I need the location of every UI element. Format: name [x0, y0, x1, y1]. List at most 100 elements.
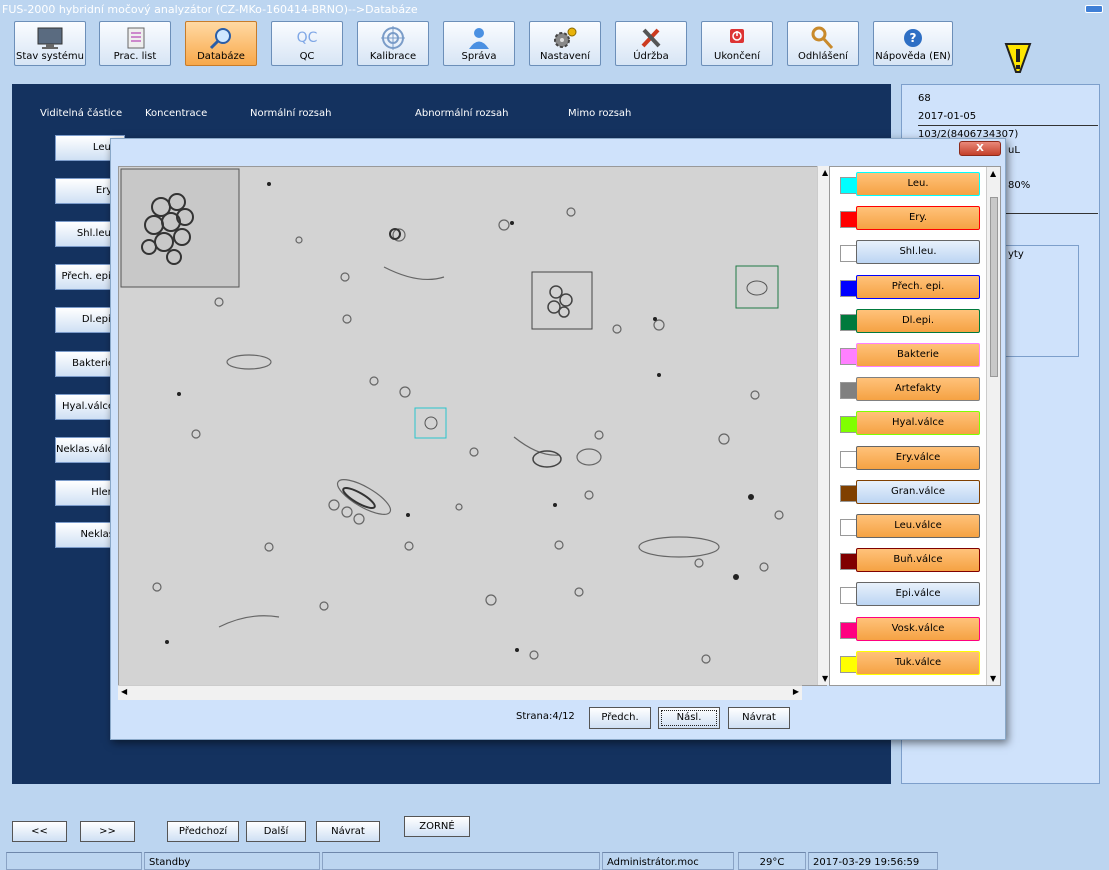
particle-class-button[interactable]: Ery. — [856, 206, 980, 231]
legend-row: Leu.válce — [830, 514, 985, 542]
legend-row: Shl.leu. — [830, 240, 985, 268]
status-user: Administrátor.moc — [602, 852, 734, 870]
toolbar-button-calibration[interactable]: Kalibrace — [357, 21, 429, 66]
toolbar-button-worklist[interactable]: Prac. list — [99, 21, 171, 66]
color-swatch — [840, 587, 857, 605]
particle-class-list: Leu. Ery. Shl.leu. Přech. epi. Dl.epi. Bakter… — [829, 166, 1001, 686]
legend-scrollbar[interactable]: ▲ ▼ — [986, 167, 1000, 685]
toolbar-button-logout[interactable]: Odhlášení — [787, 21, 859, 66]
color-swatch — [840, 348, 857, 365]
color-swatch — [840, 177, 857, 194]
color-swatch — [840, 313, 857, 331]
particle-class-button[interactable]: Buň.válce — [856, 548, 980, 573]
color-swatch — [840, 519, 857, 536]
first-record-button[interactable]: << — [12, 821, 67, 842]
toolbar-button-administration[interactable]: Správa — [443, 21, 515, 66]
particle-class-button[interactable]: Přech. epi. — [856, 274, 980, 299]
key-icon — [808, 26, 838, 50]
legend-row: Přech. epi. — [830, 274, 985, 303]
sample-id: 68 — [918, 93, 931, 104]
status-state: Standby — [144, 852, 320, 870]
legend-row: Buň.válce — [830, 548, 985, 576]
percent-text: 80% — [1008, 180, 1031, 191]
zorne-button[interactable]: ZORNÉ — [404, 816, 470, 837]
legend-row: Gran.válce — [830, 479, 985, 508]
magnifier-icon — [206, 26, 236, 50]
status-bar: Standby Administrátor.moc 29°C 2017-03-2… — [0, 852, 1109, 870]
color-swatch — [840, 655, 857, 673]
scroll-right-arrow-icon[interactable]: ▶ — [793, 687, 799, 696]
prev-page-button[interactable]: Předch. — [589, 707, 651, 729]
legend-row: Artefakty — [830, 377, 985, 405]
particle-class-button[interactable]: Leu. — [856, 172, 980, 196]
legend-scroll-up-icon[interactable]: ▲ — [990, 169, 996, 178]
last-record-button[interactable]: >> — [80, 821, 135, 842]
color-swatch — [840, 382, 857, 400]
particle-class-button[interactable]: Leu.válce — [856, 514, 980, 538]
scroll-left-arrow-icon[interactable]: ◀ — [121, 687, 127, 696]
particle-class-button[interactable]: Bakterie — [856, 343, 980, 367]
minimize-button[interactable] — [1085, 5, 1103, 13]
help-icon: ? — [898, 26, 928, 50]
info-box: yty — [997, 245, 1079, 357]
color-swatch — [840, 553, 857, 571]
color-swatch — [840, 211, 857, 229]
particle-class-button[interactable]: Gran.válce — [856, 479, 980, 504]
unit-text: uL — [1008, 145, 1020, 156]
tools-icon — [636, 26, 666, 50]
image-scroll-frame: ▲ ▼ ◀ ▶ — [118, 166, 833, 701]
warning-icon[interactable] — [1000, 42, 1036, 74]
header-normal-range: Normální rozsah — [250, 108, 332, 119]
status-cell-empty — [6, 852, 142, 870]
legend-row: Tuk.válce — [830, 650, 985, 679]
user-icon — [464, 26, 494, 50]
status-temperature: 29°C — [738, 852, 806, 870]
legend-row: Ery.válce — [830, 445, 985, 474]
legend-row: Epi.válce — [830, 582, 985, 610]
next-button[interactable]: Další — [246, 821, 306, 842]
next-page-button[interactable]: Násl. — [658, 707, 720, 729]
particle-class-button[interactable]: Artefakty — [856, 377, 980, 402]
title-bar: FUS-2000 hybridní močový analyzátor (CZ-… — [0, 0, 1109, 20]
color-swatch — [840, 245, 857, 263]
info-box-text: yty — [1008, 249, 1024, 260]
monitor-icon — [35, 26, 65, 50]
toolbar-button-qc[interactable]: QC QC — [271, 21, 343, 66]
legend-row: Dl.epi. — [830, 308, 985, 337]
particle-class-button[interactable]: Šir.válce — [856, 685, 980, 686]
toolbar-button-help[interactable]: ? Nápověda (EN) — [873, 21, 953, 66]
toolbar-button-system-status[interactable]: Stav systému — [14, 21, 86, 66]
page-indicator: Strana:4/12 — [516, 711, 575, 722]
toolbar-button-maintenance[interactable]: Údržba — [615, 21, 687, 66]
legend-row: Leu. — [830, 172, 985, 200]
main-toolbar: Stav systému Prac. list Databáze QC QC K… — [0, 20, 1109, 73]
toolbar-button-shutdown[interactable]: Ukončení — [701, 21, 773, 66]
qc-icon: QC — [296, 30, 318, 46]
particle-class-button[interactable]: Epi.válce — [856, 582, 980, 607]
color-swatch — [840, 484, 857, 502]
toolbar-button-settings[interactable]: Nastavení — [529, 21, 601, 66]
close-button[interactable]: X — [959, 141, 1001, 156]
particle-class-button[interactable]: Tuk.válce — [856, 650, 980, 675]
particle-class-button[interactable]: Dl.epi. — [856, 308, 980, 333]
legend-scroll-thumb[interactable] — [990, 197, 998, 377]
toolbar-button-database[interactable]: Databáze — [185, 21, 257, 66]
particle-class-button[interactable]: Vosk.válce — [856, 616, 980, 641]
legend-row: Šir.válce — [830, 685, 985, 686]
sample-date: 2017-01-05 — [918, 111, 977, 122]
popup-back-button[interactable]: Návrat — [728, 707, 790, 729]
scroll-down-arrow-icon[interactable]: ▼ — [822, 674, 828, 683]
scroll-up-arrow-icon[interactable]: ▲ — [822, 168, 828, 177]
header-abnormal-range: Abnormální rozsah — [415, 108, 509, 119]
legend-scroll-down-icon[interactable]: ▼ — [990, 674, 996, 683]
particle-class-button[interactable]: Ery.válce — [856, 445, 980, 470]
legend-row: Vosk.válce — [830, 616, 985, 645]
window-title: FUS-2000 hybridní močový analyzátor (CZ-… — [2, 3, 418, 16]
header-visible-particle: Viditelná částice — [40, 108, 123, 119]
worklist-icon — [120, 26, 150, 50]
previous-button[interactable]: Předchozí — [167, 821, 239, 842]
particle-class-button[interactable]: Hyal.válce — [856, 411, 980, 436]
image-horizontal-scrollbar[interactable]: ◀ ▶ — [118, 685, 802, 700]
particle-class-button[interactable]: Shl.leu. — [856, 240, 980, 265]
back-button[interactable]: Návrat — [316, 821, 380, 842]
